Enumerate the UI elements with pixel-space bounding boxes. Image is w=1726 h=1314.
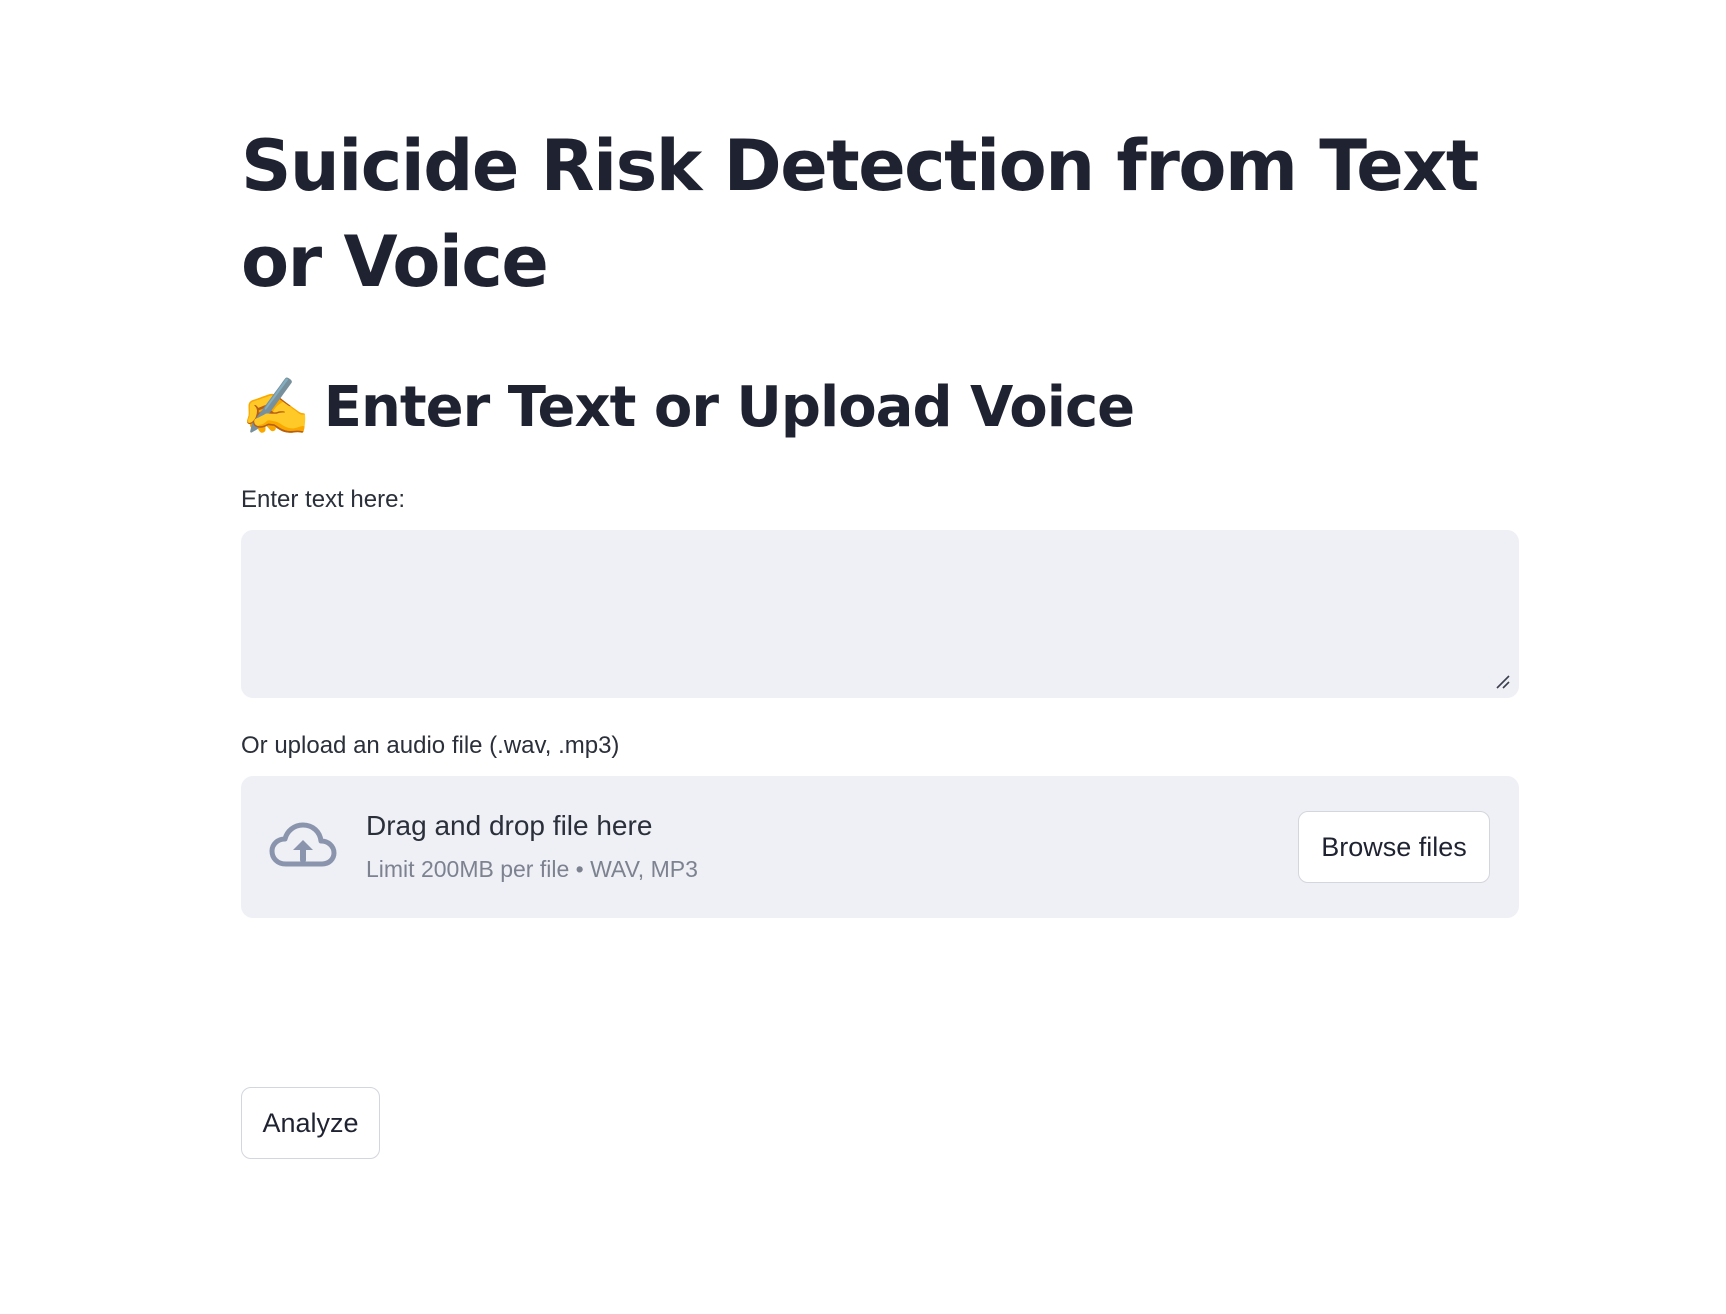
section-heading-text: Enter Text or Upload Voice — [323, 375, 1135, 440]
app-page: Suicide Risk Detection from Text or Voic… — [0, 0, 1726, 1314]
dropzone-instructions: Drag and drop file here — [366, 810, 653, 841]
file-dropzone[interactable]: Drag and drop file here Limit 200MB per … — [241, 776, 1519, 918]
upload-label: Or upload an audio file (.wav, .mp3) — [241, 732, 620, 759]
dropzone-limit: Limit 200MB per file • WAV, MP3 — [366, 856, 698, 882]
text-input[interactable] — [241, 530, 1519, 698]
text-input-label: Enter text here: — [241, 486, 406, 513]
page-title: Suicide Risk Detection from Text or Voic… — [241, 125, 1479, 303]
section-heading: ✍️ Enter Text or Upload Voice — [241, 370, 1519, 446]
dropzone-text: Drag and drop file here Limit 200MB per … — [366, 808, 698, 884]
cloud-upload-icon — [269, 822, 337, 867]
resize-handle-icon[interactable] — [1493, 672, 1511, 690]
browse-files-button[interactable]: Browse files — [1298, 811, 1490, 883]
writing-hand-icon: ✍️ — [241, 375, 311, 440]
text-input-container — [241, 530, 1519, 698]
main-content: Suicide Risk Detection from Text or Voic… — [241, 118, 1519, 918]
analyze-button[interactable]: Analyze — [241, 1087, 380, 1159]
